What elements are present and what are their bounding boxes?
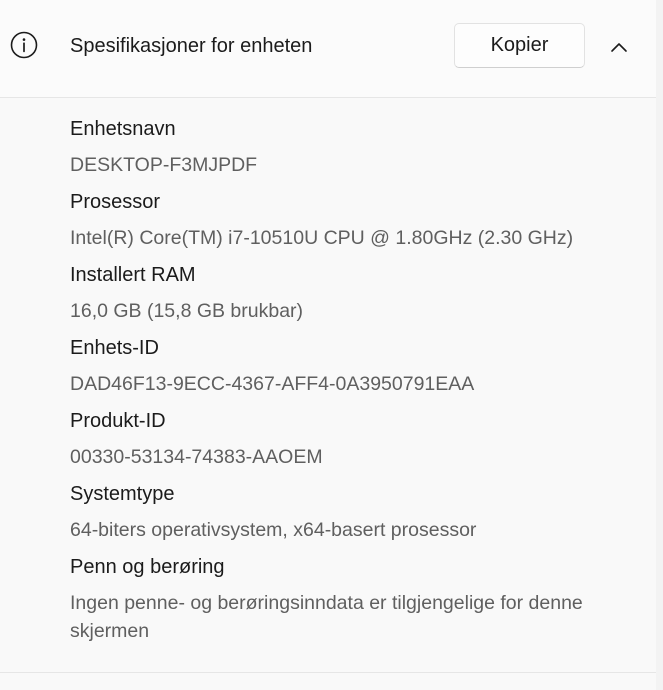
spec-item-pen-and-touch: Penn og berøring Ingen penne- og berørin… [70, 554, 630, 645]
spec-value: DESKTOP-F3MJPDF [70, 154, 258, 176]
device-specifications-panel: Spesifikasjoner for enheten Kopier Enhet… [0, 0, 663, 690]
spec-label: Installert RAM [70, 264, 196, 286]
spec-label: Penn og berøring [70, 556, 225, 578]
spec-list: Enhetsnavn DESKTOP-F3MJPDF Prosessor Int… [70, 116, 630, 655]
spec-value: DAD46F13-9ECC-4367-AFF4-0A3950791EAA [70, 373, 475, 395]
spec-item-system-type: Systemtype 64-biters operativsystem, x64… [70, 481, 630, 544]
spec-item-installed-ram: Installert RAM 16,0 GB (15,8 GB brukbar) [70, 262, 630, 325]
section-title: Spesifikasjoner for enheten [70, 35, 313, 57]
spec-label: Enhets-ID [70, 337, 159, 359]
spec-item-device-id: Enhets-ID DAD46F13-9ECC-4367-AFF4-0A3950… [70, 335, 630, 398]
spec-label: Prosessor [70, 191, 161, 213]
spec-value: Ingen penne- og berøringsinndata er tilg… [70, 592, 583, 642]
spec-value: 64-biters operativsystem, x64-basert pro… [70, 519, 477, 541]
section-header[interactable]: Spesifikasjoner for enheten Kopier [0, 0, 656, 98]
spec-value: 16,0 GB (15,8 GB brukbar) [70, 300, 304, 322]
spec-item-device-name: Enhetsnavn DESKTOP-F3MJPDF [70, 116, 630, 179]
window-edge [656, 0, 663, 690]
spec-item-processor: Prosessor Intel(R) Core(TM) i7-10510U CP… [70, 189, 630, 252]
spec-item-product-id: Produkt-ID 00330-53134-74383-AAOEM [70, 408, 630, 471]
next-section-edge [0, 673, 656, 690]
copy-button[interactable]: Kopier [454, 23, 585, 68]
spec-value: Intel(R) Core(TM) i7-10510U CPU @ 1.80GH… [70, 227, 574, 249]
chevron-up-icon[interactable] [604, 32, 634, 62]
spec-label: Systemtype [70, 483, 175, 505]
spec-value: 00330-53134-74383-AAOEM [70, 446, 323, 468]
info-icon [10, 31, 38, 59]
spec-label: Produkt-ID [70, 410, 166, 432]
specifications-content: Enhetsnavn DESKTOP-F3MJPDF Prosessor Int… [0, 98, 656, 673]
spec-label: Enhetsnavn [70, 118, 176, 140]
